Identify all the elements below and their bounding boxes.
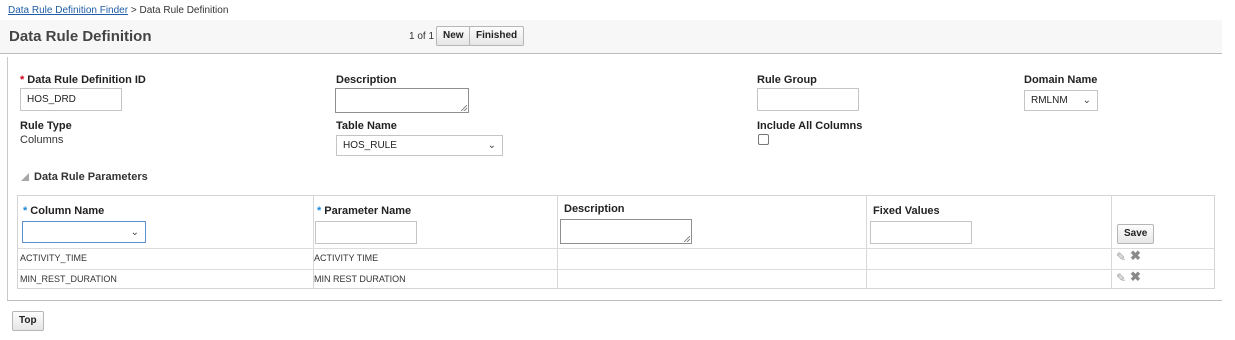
rule-group-field[interactable] xyxy=(757,88,859,111)
required-marker: * xyxy=(23,205,28,217)
column-name-header: * Column Name xyxy=(23,205,104,217)
table-name-label: Table Name xyxy=(336,120,397,132)
top-button[interactable]: Top xyxy=(12,311,44,331)
domain-name-value: RMLNM xyxy=(1031,95,1068,106)
row-divider xyxy=(18,248,1214,249)
x-icon[interactable]: ✖ xyxy=(1130,270,1141,283)
chevron-down-icon: ⌄ xyxy=(130,227,139,238)
parameter-name-header-text: Parameter Name xyxy=(324,205,412,217)
parameters-table: * Column Name * Parameter Name Description… xyxy=(17,195,1215,289)
description-label: Description xyxy=(336,74,397,86)
required-marker: * xyxy=(20,74,25,86)
x-icon[interactable]: ✖ xyxy=(1130,249,1141,262)
pager-text: 1 of 1 xyxy=(409,31,435,42)
parameter-name-field[interactable] xyxy=(315,221,417,244)
parameters-section-header[interactable]: Data Rule Parameters xyxy=(21,171,148,183)
new-button[interactable]: New xyxy=(436,26,471,46)
table-name-select[interactable]: HOS_RULE ⌄ xyxy=(336,135,503,156)
include-all-columns-label: Include All Columns xyxy=(757,120,863,132)
param-description-field[interactable] xyxy=(560,219,692,244)
collapse-triangle-icon xyxy=(21,173,29,181)
pencil-icon[interactable]: ✎ xyxy=(1116,272,1126,284)
fixed-values-header: Fixed Values xyxy=(873,205,940,217)
domain-name-label: Domain Name xyxy=(1024,74,1098,86)
chevron-down-icon: ⌄ xyxy=(1082,95,1091,106)
parameter-name-header: * Parameter Name xyxy=(317,205,411,217)
rule-type-label: Rule Type xyxy=(20,120,72,132)
row-divider xyxy=(18,269,1214,270)
breadcrumb-separator: > xyxy=(130,5,137,16)
rule-type-value: Columns xyxy=(20,134,64,146)
rule-group-label: Rule Group xyxy=(757,74,817,86)
description-header: Description xyxy=(564,203,625,215)
title-bar: Data Rule Definition 1 of 1 New Finished xyxy=(0,20,1222,54)
table-cell-parameter: ACTIVITY TIME xyxy=(314,253,379,263)
column-divider xyxy=(1111,196,1112,288)
breadcrumb-link-finder[interactable]: Data Rule Definition Finder xyxy=(8,5,128,16)
form-panel: * Data Rule Definition ID Description Rul… xyxy=(7,57,1222,301)
column-divider xyxy=(866,196,867,288)
resize-grip-icon[interactable] xyxy=(461,105,467,111)
save-button[interactable]: Save xyxy=(1117,224,1155,244)
id-label: * Data Rule Definition ID xyxy=(20,74,146,86)
domain-name-select[interactable]: RMLNM ⌄ xyxy=(1024,90,1098,111)
column-divider xyxy=(557,196,558,288)
page-title: Data Rule Definition xyxy=(9,28,152,45)
table-cell-column: ACTIVITY_TIME xyxy=(20,253,88,263)
description-field[interactable] xyxy=(335,88,469,113)
column-name-header-text: Column Name xyxy=(30,205,105,217)
breadcrumb: Data Rule Definition Finder > Data Rule … xyxy=(8,5,228,16)
fixed-values-field[interactable] xyxy=(870,221,972,244)
breadcrumb-current: Data Rule Definition xyxy=(139,5,229,16)
include-all-columns-checkbox[interactable] xyxy=(758,134,769,145)
id-label-text: Data Rule Definition ID xyxy=(27,74,146,86)
table-cell-column: MIN_REST_DURATION xyxy=(20,274,117,284)
pencil-icon[interactable]: ✎ xyxy=(1116,251,1126,263)
id-field[interactable]: HOS_DRD xyxy=(20,88,122,111)
finished-button[interactable]: Finished xyxy=(469,26,525,46)
chevron-down-icon: ⌄ xyxy=(487,140,496,151)
column-name-select[interactable]: ⌄ xyxy=(22,221,146,243)
table-name-value: HOS_RULE xyxy=(343,140,397,151)
parameters-section-title: Data Rule Parameters xyxy=(34,171,148,183)
table-cell-parameter: MIN REST DURATION xyxy=(314,274,406,284)
resize-grip-icon[interactable] xyxy=(684,236,690,242)
required-marker: * xyxy=(317,205,322,217)
